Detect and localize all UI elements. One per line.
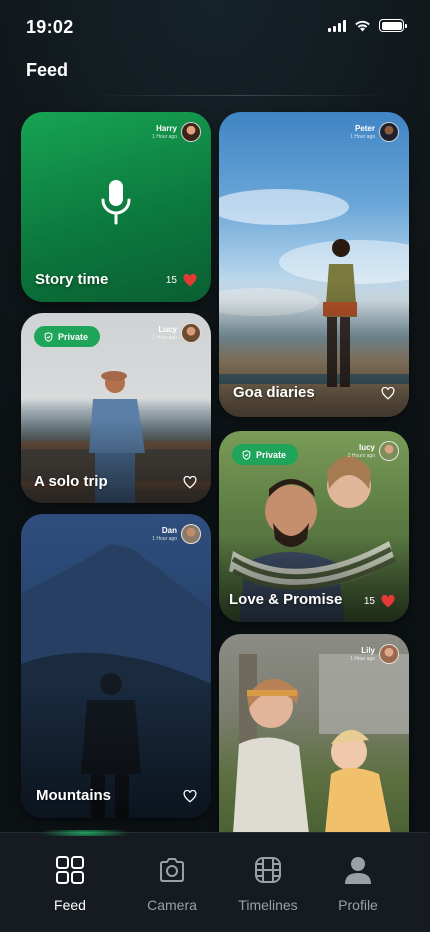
like-count-value: 15	[165, 275, 177, 286]
post-time: 2 Hours ago	[347, 452, 375, 459]
avatar	[379, 122, 399, 142]
private-label: Private	[58, 331, 89, 342]
battery-icon	[379, 19, 407, 32]
microphone-icon	[101, 180, 131, 225]
avatar	[379, 644, 399, 664]
author-name: Peter	[354, 123, 375, 133]
wifi-icon	[355, 20, 370, 32]
private-badge: Private	[232, 444, 299, 465]
card-author[interactable]: lucy 2 Hours ago	[348, 441, 399, 461]
like-button[interactable]	[381, 387, 395, 400]
author-name: Dan	[161, 525, 177, 535]
header-divider	[90, 95, 390, 96]
card-title: Story time	[35, 271, 109, 288]
private-badge: Private	[34, 326, 101, 347]
page-title: Feed	[26, 60, 69, 80]
camera-icon	[160, 858, 184, 882]
feed-card-love-and-promise[interactable]: Private lucy 2 Hours ago Love & Promise …	[219, 431, 409, 622]
status-bar: 19:02	[0, 0, 430, 56]
card-author[interactable]: Lucy 1 Hour ago	[152, 323, 201, 343]
heart-filled-icon	[381, 595, 395, 608]
post-time: 1 Hour ago	[152, 334, 177, 341]
like-count[interactable]: 15	[364, 595, 395, 608]
signal-icon	[328, 19, 346, 32]
feed-card-goa-diaries[interactable]: Peter 1 Hour ago Goa diaries	[219, 112, 409, 417]
card-photo	[233, 654, 409, 834]
active-tab-glow	[40, 830, 130, 836]
nav-item-timelines[interactable]: Timelines	[220, 855, 316, 913]
person-icon	[345, 857, 371, 884]
heart-outline-icon	[381, 387, 395, 400]
card-shade	[219, 536, 409, 622]
nav-item-camera[interactable]: Camera	[124, 855, 220, 913]
card-title: A solo trip	[34, 473, 108, 490]
nav-label: Timelines	[238, 897, 298, 913]
card-shade	[21, 417, 211, 503]
card-title: Love & Promise	[229, 591, 343, 608]
author-name: Lily	[361, 645, 375, 655]
like-button[interactable]	[183, 476, 197, 489]
post-time: 1 Hour ago	[350, 655, 375, 662]
card-author[interactable]: Lily 1 Hour ago	[350, 644, 399, 664]
bottom-nav: Feed Camera Timelines Profile	[0, 830, 430, 932]
card-author[interactable]: Dan 1 Hour ago	[152, 524, 201, 544]
post-time: 1 Hour ago	[350, 133, 375, 140]
card-title: Mountains	[36, 787, 111, 804]
page-header: Feed	[0, 56, 430, 96]
avatar	[379, 441, 399, 461]
shield-icon	[242, 449, 251, 460]
grid-icon	[56, 856, 84, 884]
post-time: 1 Hour ago	[152, 133, 177, 140]
author-name: Harry	[156, 123, 177, 133]
card-author[interactable]: Peter 1 Hour ago	[350, 122, 399, 142]
avatar	[181, 122, 201, 142]
film-icon	[255, 857, 281, 883]
nav-label: Feed	[54, 897, 86, 913]
private-label: Private	[256, 449, 287, 460]
nav-label: Profile	[338, 897, 378, 913]
status-time: 19:02	[26, 17, 74, 37]
feed-card-lily[interactable]: Lily 1 Hour ago	[219, 634, 409, 834]
shield-icon	[44, 331, 53, 342]
nav-item-profile[interactable]: Profile	[310, 855, 406, 913]
avatar	[181, 524, 201, 544]
card-author[interactable]: Harry 1 Hour ago	[152, 122, 201, 142]
status-icons	[328, 19, 407, 32]
author-name: lucy	[358, 442, 375, 452]
heart-outline-icon	[183, 790, 197, 803]
like-count[interactable]: 15	[166, 274, 197, 287]
author-name: Lucy	[158, 324, 177, 334]
heart-filled-icon	[183, 274, 197, 287]
feed-card-a-solo-trip[interactable]: Private Lucy 1 Hour ago A solo trip	[21, 313, 211, 503]
card-title: Goa diaries	[233, 384, 315, 401]
feed-card-mountains[interactable]: Dan 1 Hour ago Mountains	[21, 514, 211, 818]
like-count-value: 15	[363, 596, 375, 607]
feed-screen: 19:02 Feed Harry 1 Hour ago Story time 1…	[0, 0, 430, 932]
feed-card-story-time[interactable]: Harry 1 Hour ago Story time 15	[21, 112, 211, 302]
nav-label: Camera	[147, 897, 197, 913]
heart-outline-icon	[183, 476, 197, 489]
like-button[interactable]	[183, 790, 197, 803]
post-time: 1 Hour ago	[152, 535, 177, 542]
nav-item-feed[interactable]: Feed	[22, 855, 118, 913]
avatar	[181, 323, 201, 343]
